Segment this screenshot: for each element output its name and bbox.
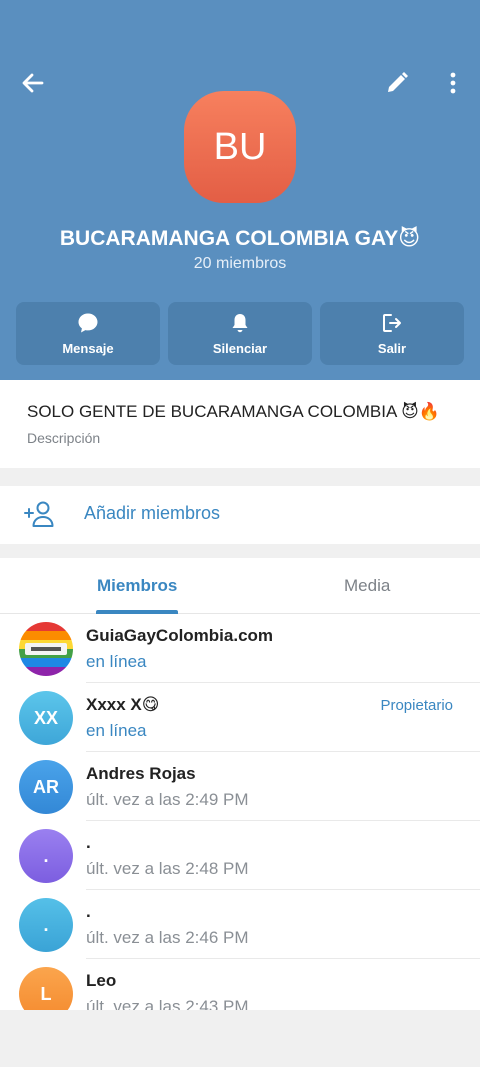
members-section: Miembros Media GuiaGayColombia.com en lí… xyxy=(0,558,480,1010)
pencil-icon xyxy=(388,72,408,92)
member-name: Xxxx X😋 xyxy=(86,695,160,714)
description-section: SOLO GENTE DE BUCARAMANGA COLOMBIA 😈🔥 De… xyxy=(0,380,480,468)
edit-button[interactable] xyxy=(382,68,412,98)
member-status: últ. vez a las 2:49 PM xyxy=(86,790,249,809)
member-row[interactable]: GuiaGayColombia.com en línea xyxy=(0,614,480,683)
description-label: Descripción xyxy=(27,430,101,446)
avatar-initials: AR xyxy=(33,776,59,797)
avatar-initials: . xyxy=(43,914,49,935)
mute-button[interactable]: Silenciar xyxy=(168,302,312,365)
add-members-label: Añadir miembros xyxy=(84,503,221,523)
tab-media[interactable]: Media xyxy=(344,576,390,596)
leave-button[interactable]: Salir xyxy=(320,302,464,365)
arrow-left-icon xyxy=(22,73,44,93)
avatar: XX xyxy=(19,691,73,745)
member-status: en línea xyxy=(86,721,147,740)
member-count: 20 miembros xyxy=(193,255,287,272)
member-name: . xyxy=(86,902,91,921)
member-name: . xyxy=(86,833,91,852)
avatar-initials: . xyxy=(43,845,49,866)
more-vertical-icon xyxy=(450,72,456,94)
member-name: Leo xyxy=(86,971,117,990)
member-status: en línea xyxy=(86,652,147,671)
add-members-button[interactable]: Añadir miembros xyxy=(0,486,480,544)
owner-badge: Propietario xyxy=(380,697,453,714)
member-row[interactable]: . . últ. vez a las 2:46 PM xyxy=(0,890,480,959)
member-name: GuiaGayColombia.com xyxy=(86,626,274,645)
group-avatar[interactable]: BU xyxy=(184,91,296,203)
member-status: últ. vez a las 2:43 PM xyxy=(86,997,249,1010)
bell-icon xyxy=(232,314,248,333)
avatar: . xyxy=(19,898,73,952)
member-row[interactable]: L Leo últ. vez a las 2:43 PM xyxy=(0,959,480,1010)
tab-members[interactable]: Miembros xyxy=(97,576,177,596)
profile-header: BU BUCARAMANGA COLOMBIA GAY😈 20 miembros… xyxy=(0,0,480,380)
mute-label: Silenciar xyxy=(212,341,268,356)
avatar: . xyxy=(19,829,73,883)
member-row[interactable]: AR Andres Rojas últ. vez a las 2:49 PM xyxy=(0,752,480,821)
message-button[interactable]: Mensaje xyxy=(16,302,160,365)
avatar-initials: L xyxy=(40,983,52,1004)
more-options-button[interactable] xyxy=(438,68,468,98)
leave-label: Salir xyxy=(377,341,407,356)
message-icon xyxy=(78,313,98,333)
member-row[interactable]: XX Xxxx X😋 en línea Propietario xyxy=(0,683,480,752)
avatar-initials: XX xyxy=(33,707,58,728)
back-button[interactable] xyxy=(18,68,48,98)
avatar: L xyxy=(19,967,73,1010)
member-row[interactable]: . . últ. vez a las 2:48 PM xyxy=(0,821,480,890)
rainbow-flag-avatar xyxy=(19,622,73,676)
tab-bar: Miembros Media xyxy=(0,558,480,614)
member-name: Andres Rojas xyxy=(86,764,196,783)
group-name: BUCARAMANGA COLOMBIA GAY😈 xyxy=(59,227,421,250)
exit-icon xyxy=(383,314,401,332)
description-text: SOLO GENTE DE BUCARAMANGA COLOMBIA 😈🔥 xyxy=(27,402,440,421)
message-label: Mensaje xyxy=(62,341,114,356)
add-user-icon xyxy=(24,501,54,527)
avatar: AR xyxy=(19,760,73,814)
action-bar: Mensaje Silenciar Salir xyxy=(16,302,464,365)
group-avatar-initials: BU xyxy=(213,125,267,168)
member-status: últ. vez a las 2:46 PM xyxy=(86,928,249,947)
avatar xyxy=(19,622,73,676)
member-status: últ. vez a las 2:48 PM xyxy=(86,859,249,878)
